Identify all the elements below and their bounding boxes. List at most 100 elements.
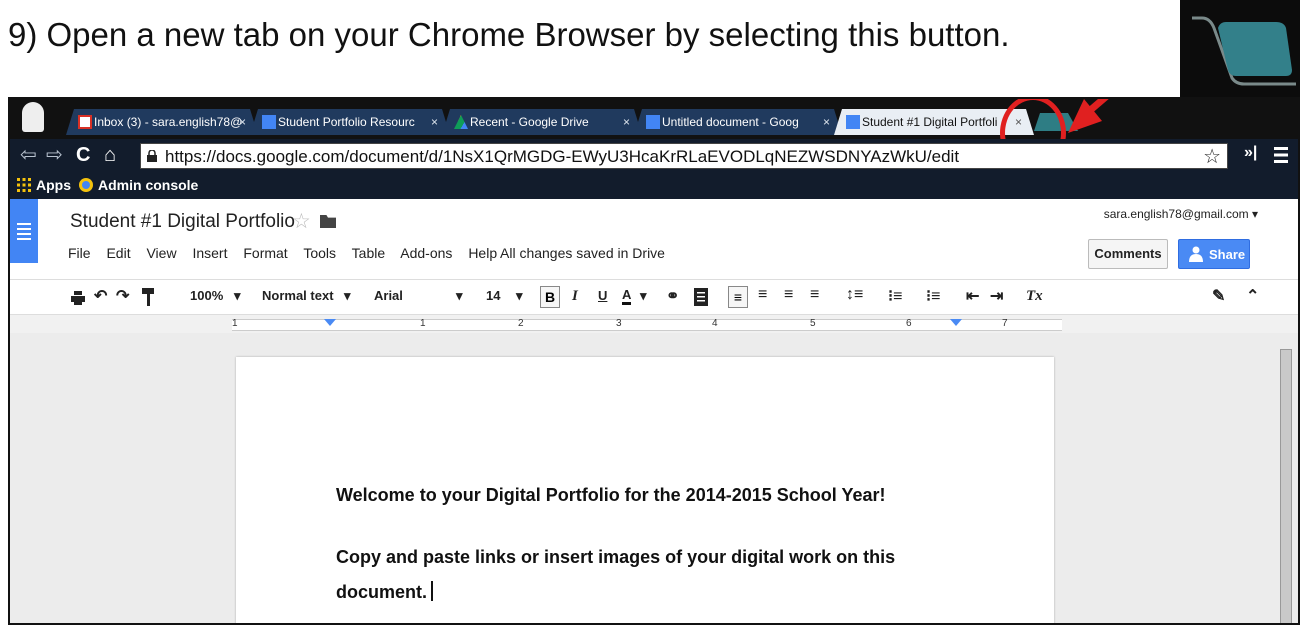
ruler-number: 6: [906, 318, 912, 329]
menu-add-ons[interactable]: Add-ons: [400, 245, 452, 261]
share-person-icon: [1189, 246, 1203, 262]
document-page[interactable]: Welcome to your Digital Portfolio for th…: [236, 357, 1054, 623]
line-spacing-icon[interactable]: ↕≡: [846, 286, 863, 304]
docs-icon: [262, 115, 276, 129]
gmail-icon: [78, 115, 92, 129]
ruler-number: 3: [616, 318, 622, 329]
menu-view[interactable]: View: [146, 245, 176, 261]
font-size-select[interactable]: 14: [486, 288, 500, 303]
docs-icon: [846, 115, 860, 129]
comment-icon[interactable]: [694, 288, 708, 306]
redo-icon[interactable]: ↷: [116, 286, 129, 306]
left-indent-marker[interactable]: [324, 319, 336, 326]
collapse-menus-icon[interactable]: ⌃: [1246, 286, 1259, 306]
ruler-number: 1: [232, 318, 238, 329]
ruler-number: 7: [1002, 318, 1008, 329]
print-icon[interactable]: [70, 290, 86, 306]
font-dropdown-icon[interactable]: ▾: [456, 288, 463, 304]
zoom-dropdown-icon[interactable]: ▾: [234, 288, 241, 304]
numbered-list-icon[interactable]: ⁝≡: [888, 286, 902, 306]
account-menu[interactable]: sara.english78@gmail.com ▾: [1104, 207, 1258, 221]
right-indent-marker[interactable]: [950, 319, 962, 326]
browser-toolbar: ⇦ ⇨ C ⌂ https://docs.google.com/document…: [10, 139, 1298, 173]
pointer-arrow-icon: [1068, 99, 1109, 133]
menu-file[interactable]: File: [68, 245, 91, 261]
align-center-icon[interactable]: ≡: [758, 286, 767, 304]
tab-close-icon[interactable]: ×: [431, 109, 438, 135]
document-title[interactable]: Student #1 Digital Portfolio: [70, 211, 295, 233]
bookmark-admin-console[interactable]: Admin console: [98, 177, 198, 193]
tab-close-icon[interactable]: ×: [623, 109, 630, 135]
tab-label: Recent - Google Drive: [470, 115, 589, 129]
font-select[interactable]: Arial: [374, 288, 403, 303]
forward-button[interactable]: ⇨: [46, 143, 63, 167]
apps-grid-icon: [17, 178, 31, 192]
document-line: document.: [336, 581, 434, 603]
bookmark-apps[interactable]: Apps: [36, 177, 71, 193]
ruler-number: 5: [810, 318, 816, 329]
instruction-text: 9) Open a new tab on your Chrome Browser…: [8, 16, 1010, 53]
align-left-icon[interactable]: ≡: [728, 286, 748, 308]
ruler: 1 1 2 3 4 5 6 7: [10, 315, 1298, 334]
lock-icon: [147, 150, 157, 162]
tab-recent-google-drive[interactable]: Recent - Google Drive ×: [442, 109, 642, 135]
tab-label: Student Portfolio Resourc: [278, 115, 415, 129]
comments-button[interactable]: Comments: [1088, 239, 1168, 269]
editing-mode-icon[interactable]: ✎: [1212, 286, 1225, 306]
tab-student-portfolio-resources[interactable]: Student Portfolio Resourc ×: [250, 109, 450, 135]
home-button[interactable]: ⌂: [104, 143, 116, 167]
menu-table[interactable]: Table: [352, 245, 385, 261]
bookmark-star-icon[interactable]: ☆: [1203, 144, 1221, 169]
bulleted-list-icon[interactable]: ⁝≡: [926, 286, 940, 306]
underline-button[interactable]: U: [598, 288, 607, 303]
text-color-button[interactable]: A: [622, 288, 632, 305]
back-button[interactable]: ⇦: [20, 143, 37, 167]
decrease-indent-icon[interactable]: ⇤: [966, 286, 979, 306]
increase-indent-icon[interactable]: ⇥: [990, 286, 1003, 306]
tab-inbox[interactable]: Inbox (3) - sara.english78@ ×: [66, 109, 258, 135]
tab-label: Inbox (3) - sara.english78@: [94, 115, 243, 129]
vertical-scrollbar[interactable]: [1280, 349, 1292, 623]
format-toolbar: ↶ ↷ 100% ▾ Normal text ▾ Arial ▾ 14 ▾ B …: [10, 279, 1298, 315]
align-right-icon[interactable]: ≡: [784, 286, 793, 304]
document-line-text: document.: [336, 582, 428, 602]
italic-button[interactable]: I: [572, 288, 578, 305]
address-bar[interactable]: https://docs.google.com/document/d/1NsX1…: [140, 143, 1228, 169]
share-label: Share: [1209, 247, 1246, 262]
tab-strip: Inbox (3) - sara.english78@ × Student Po…: [10, 99, 1298, 171]
profile-avatar-icon[interactable]: [22, 102, 44, 132]
tab-close-icon[interactable]: ×: [239, 109, 246, 135]
docs-icon: [646, 115, 660, 129]
zoom-select[interactable]: 100%: [190, 288, 223, 303]
tab-untitled-document[interactable]: Untitled document - Goog ×: [634, 109, 842, 135]
chrome-menu-icon[interactable]: [1274, 145, 1288, 165]
style-select[interactable]: Normal text: [262, 288, 334, 303]
docs-header: Student #1 Digital Portfolio ☆ File Edit…: [10, 199, 1298, 279]
style-dropdown-icon[interactable]: ▾: [344, 288, 351, 304]
paint-format-icon[interactable]: [142, 288, 156, 306]
menu-help[interactable]: Help: [468, 245, 497, 261]
star-icon[interactable]: ☆: [292, 209, 311, 234]
size-dropdown-icon[interactable]: ▾: [516, 288, 523, 304]
folder-icon[interactable]: [320, 215, 336, 228]
text-color-dropdown-icon[interactable]: ▾: [640, 288, 647, 304]
extensions-overflow-button[interactable]: »|: [1244, 144, 1257, 162]
undo-icon[interactable]: ↶: [94, 286, 107, 306]
new-tab-button-closeup: [1180, 0, 1300, 104]
link-icon[interactable]: ⚭: [666, 286, 679, 306]
bookmarks-bar: Apps Admin console: [10, 173, 1298, 199]
share-button[interactable]: Share: [1178, 239, 1250, 269]
url-text: https://docs.google.com/document/d/1NsX1…: [165, 147, 960, 166]
bold-button[interactable]: B: [540, 286, 560, 308]
menu-insert[interactable]: Insert: [192, 245, 227, 261]
menu-tools[interactable]: Tools: [303, 245, 336, 261]
reload-button[interactable]: C: [76, 143, 90, 167]
align-justify-icon[interactable]: ≡: [810, 286, 819, 304]
menu-edit[interactable]: Edit: [106, 245, 130, 261]
ruler-number: 1: [420, 318, 426, 329]
docs-logo-icon[interactable]: [10, 199, 38, 263]
ruler-number: 2: [518, 318, 524, 329]
clear-formatting-icon[interactable]: Tx: [1026, 288, 1043, 305]
menu-format[interactable]: Format: [243, 245, 287, 261]
tab-close-icon[interactable]: ×: [823, 109, 830, 135]
